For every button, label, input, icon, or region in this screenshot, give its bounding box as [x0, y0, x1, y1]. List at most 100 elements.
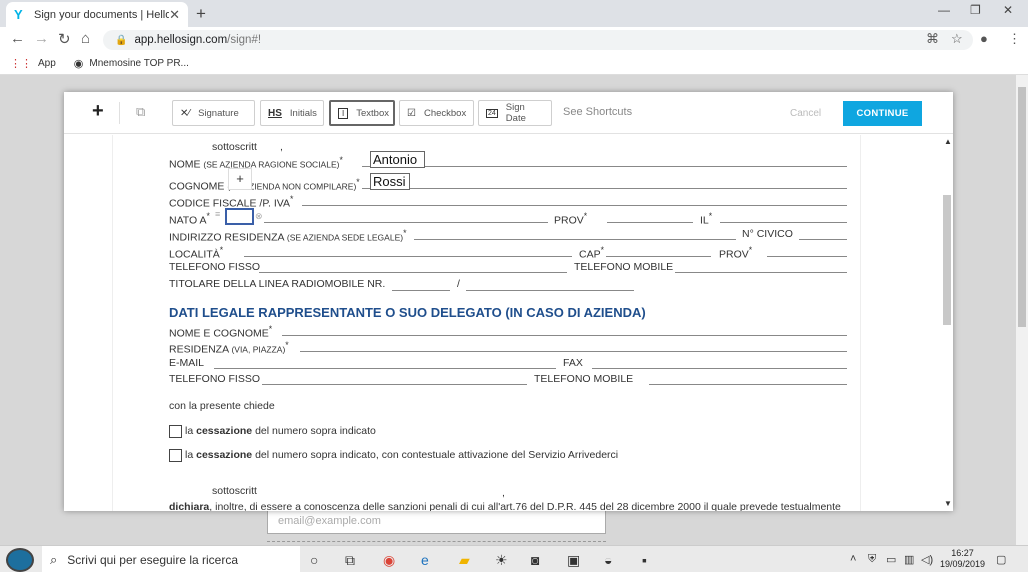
scroll-down-icon[interactable]: ▼ [944, 499, 952, 508]
titolare-slash: / [457, 278, 460, 290]
home-icon[interactable]: ⌂ [81, 30, 90, 47]
option2-checkbox[interactable] [169, 449, 182, 462]
calendar-icon: 24 [486, 108, 498, 118]
bookmark-apps[interactable]: ⋮⋮ App [10, 57, 56, 70]
comma: , [280, 141, 283, 153]
url-input[interactable]: 🔒 app.hellosign.com/sign#! [103, 30, 973, 50]
document-scrollbar-thumb[interactable] [943, 195, 951, 325]
editor-toolbar: + ⧉ ✕⁄ Signature HS Initials I Textbox ☑… [64, 92, 953, 134]
app-icon[interactable]: ▪ [642, 552, 647, 568]
taskbar-search-placeholder: Scrivi qui per eseguire la ricerca [67, 552, 239, 567]
drag-handle-icon[interactable]: ≡ [215, 209, 220, 219]
network-icon[interactable]: ▥ [904, 553, 914, 566]
tool-signature[interactable]: ✕⁄ Signature [172, 100, 255, 126]
new-tab-button[interactable]: + [196, 4, 206, 24]
residenza-label: RESIDENZA (VIA, PIAZZA)* [169, 340, 289, 356]
taskbar-clock[interactable]: 16:27 19/09/2019 [940, 548, 985, 570]
prov-label: PROV* [554, 211, 588, 227]
edge-icon[interactable]: e [421, 552, 429, 568]
bookmarks-bar: ⋮⋮ App ◉ Mnemosine TOP PR... [0, 52, 1028, 75]
sottoscritt-label: sottoscritt [212, 141, 257, 153]
tool-label: Checkbox [423, 107, 467, 119]
copy-icon[interactable]: ⧉ [136, 104, 145, 120]
comma-bottom: , [502, 487, 505, 499]
remove-field-icon[interactable]: ⊗ [255, 211, 263, 222]
tool-checkbox[interactable]: ☑ Checkbox [399, 100, 474, 126]
document-scrollbar[interactable]: ▲ ▼ [941, 135, 953, 511]
cortana-icon[interactable]: ○ [310, 552, 318, 568]
n-civico-line [799, 239, 847, 240]
cognome-label: COGNOME (SE AZIENDA NON COMPILARE)* [169, 177, 360, 193]
photos-icon[interactable]: ◒ [604, 552, 612, 568]
battery-icon[interactable]: ▭ [886, 553, 896, 566]
apps-grid-icon: ⋮⋮ [10, 57, 32, 70]
store-icon[interactable]: ▣ [567, 552, 580, 569]
volume-icon[interactable]: ◁) [921, 553, 933, 566]
nato-a-textbox[interactable] [225, 208, 254, 225]
profile-avatar-icon[interactable]: ● [980, 31, 988, 46]
forward-icon[interactable]: → [34, 30, 49, 47]
page-scrollbar[interactable] [1016, 75, 1028, 545]
notifications-icon[interactable]: ▢ [996, 553, 1006, 566]
see-shortcuts-link[interactable]: See Shortcuts [563, 106, 632, 118]
option1-checkbox[interactable] [169, 425, 182, 438]
reload-icon[interactable]: ↻ [58, 30, 71, 48]
close-window-icon[interactable]: ✕ [1003, 3, 1013, 17]
localita-line [244, 256, 572, 257]
email-label: E-MAIL [169, 357, 205, 369]
indirizzo-label: INDIRIZZO RESIDENZA (SE AZIENDA SEDE LEG… [169, 228, 407, 244]
tool-textbox[interactable]: I Textbox [329, 100, 395, 126]
cancel-button[interactable]: Cancel [790, 108, 821, 119]
chrome-menu-icon[interactable]: ⋮ [1008, 31, 1021, 47]
tool-sign-date[interactable]: 24 Sign Date [478, 100, 552, 126]
prov2-label: PROV* [719, 245, 753, 261]
cognome-textbox[interactable]: Rossi [370, 173, 410, 190]
chrome-icon[interactable]: ◉ [383, 552, 395, 569]
start-button-icon[interactable] [6, 548, 34, 572]
tips-icon[interactable]: ☀ [495, 552, 508, 569]
page-scrollbar-thumb[interactable] [1018, 87, 1026, 327]
tool-initials[interactable]: HS Initials [260, 100, 324, 126]
continue-button[interactable]: CONTINUE [843, 101, 922, 126]
lock-icon: 🔒 [115, 34, 128, 46]
nome-textbox[interactable]: Antonio [370, 151, 425, 168]
tray-chevron-icon[interactable]: ˄ [850, 553, 856, 565]
signing-editor: + ⧉ ✕⁄ Signature HS Initials I Textbox ☑… [64, 92, 953, 511]
add-field-popup[interactable]: + [228, 168, 252, 190]
telefono-mobile-label: TELEFONO MOBILE [574, 261, 674, 273]
codice-fiscale-line [302, 205, 847, 206]
translate-icon[interactable]: ⌘ [926, 31, 939, 47]
titolare-prefix-line [392, 290, 450, 291]
clock-date: 19/09/2019 [940, 559, 986, 569]
camera-icon[interactable]: ◙ [531, 552, 539, 568]
search-icon: ⌕ [50, 551, 58, 567]
tab-close-icon[interactable]: ✕ [169, 7, 180, 23]
scroll-up-icon[interactable]: ▲ [944, 137, 952, 146]
bookmark-star-icon[interactable]: ☆ [951, 31, 963, 47]
prov2-line [767, 256, 847, 257]
chiede-text: con la presente chiede [169, 400, 275, 412]
option1-text: la cessazione del numero sopra indicato [185, 425, 376, 437]
email-line [214, 368, 556, 369]
telefono-mobile-line [675, 272, 847, 273]
nome-cognome-label: NOME E COGNOME* [169, 324, 273, 340]
nome-label: NOME (SE AZIENDA RAGIONE SOCIALE)* [169, 155, 343, 171]
bookmark-label: App [38, 57, 56, 69]
bookmark-mnemosine[interactable]: ◉ Mnemosine TOP PR... [74, 57, 189, 70]
minimize-icon[interactable]: — [938, 3, 950, 17]
residenza-line [300, 351, 847, 352]
telefono-mobile2-line [649, 384, 847, 385]
add-field-button[interactable]: + [92, 100, 104, 123]
task-view-icon[interactable]: ⧉ [345, 552, 355, 569]
bookmark-label: Mnemosine TOP PR... [89, 57, 189, 69]
security-icon[interactable]: ⛨ [868, 553, 876, 566]
browser-tab[interactable]: Y Sign your documents | HelloSign ✕ [6, 2, 188, 27]
telefono-fisso2-line [262, 384, 527, 385]
browser-tabbar: Y Sign your documents | HelloSign ✕ + — … [0, 0, 1028, 27]
taskbar-search-input[interactable]: ⌕ Scrivi qui per eseguire la ricerca [42, 546, 300, 572]
explorer-icon[interactable]: ▰ [459, 552, 470, 569]
url-path: /sign#! [227, 34, 262, 46]
fax-label: FAX [563, 357, 583, 369]
restore-icon[interactable]: ❐ [970, 3, 981, 17]
back-icon[interactable]: ← [10, 30, 25, 47]
